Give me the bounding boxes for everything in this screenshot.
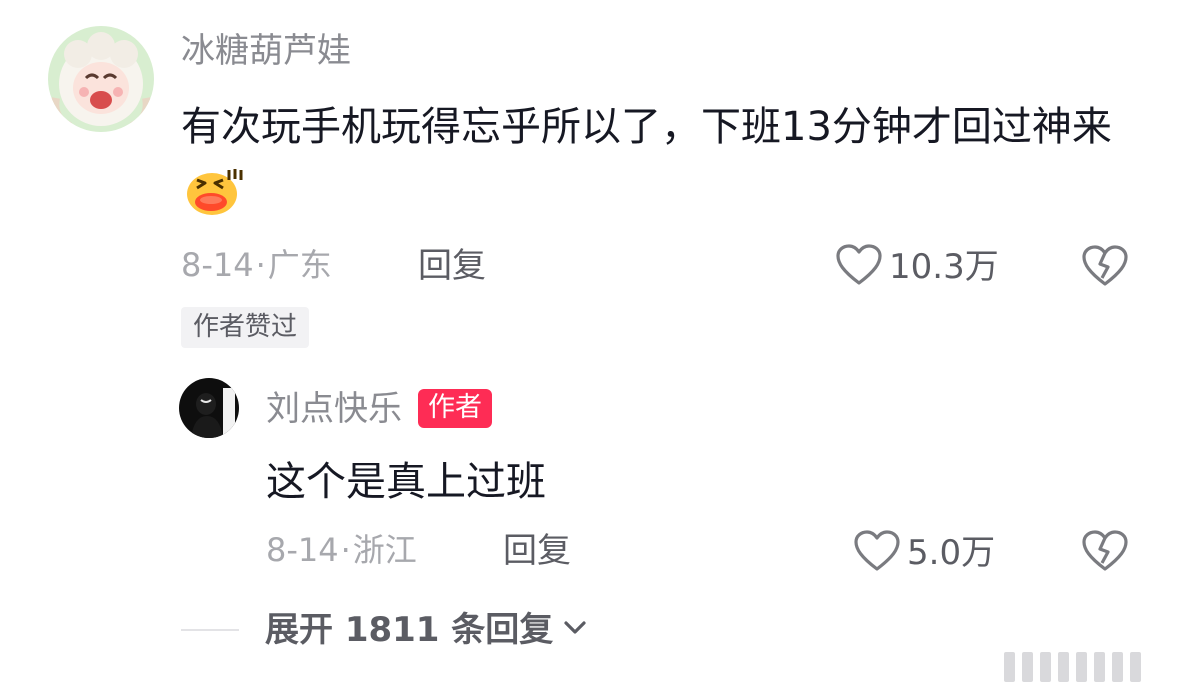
reply-reply-button[interactable]: 回复 [503, 534, 571, 568]
heart-icon [835, 243, 883, 291]
expand-divider-line [181, 629, 239, 631]
reply-dislike-button[interactable] [1081, 529, 1129, 577]
comment-reply-button[interactable]: 回复 [418, 249, 486, 283]
comment-like-count: 10.3万 [889, 247, 999, 287]
reply-text: 这个是真上过班 [266, 459, 546, 505]
expand-replies-label: 展开 1811 条回复 [265, 610, 554, 650]
chevron-down-icon [563, 620, 587, 640]
comment-meta: 8-14 · 广东 [181, 249, 332, 281]
comment-location: 广东 [267, 246, 332, 284]
reply-like-count: 5.0万 [907, 533, 996, 573]
heart-icon [853, 529, 901, 577]
meta-separator: · [340, 531, 351, 569]
meta-separator: · [255, 246, 266, 284]
reply-date: 8-14 [266, 531, 339, 569]
reply-header: 刘点快乐 作者 [266, 389, 492, 428]
reply-like-button[interactable]: 5.0万 [853, 529, 995, 577]
author-username[interactable]: 刘点快乐 [266, 392, 402, 426]
broken-heart-icon [1082, 530, 1128, 571]
reply-meta: 8-14 · 浙江 [266, 534, 417, 566]
expand-replies-button[interactable]: 展开 1811 条回复 [181, 613, 587, 647]
author-tag: 作者 [418, 389, 492, 428]
comment-text-body: 有次玩手机玩得忘乎所以了，下班13分钟才回过神来 [181, 104, 1112, 150]
comment-date: 8-14 [181, 246, 254, 284]
commenter-username[interactable]: 冰糖葫芦娃 [181, 34, 351, 68]
sheep-avatar-image [48, 26, 154, 132]
avatar-commenter[interactable] [48, 26, 154, 132]
author-avatar-image [179, 378, 239, 438]
reply-location: 浙江 [352, 531, 417, 569]
avatar-author[interactable] [179, 378, 239, 438]
comment-dislike-button[interactable] [1081, 244, 1129, 292]
comment-like-button[interactable]: 10.3万 [835, 243, 999, 291]
author-liked-badge: 作者赞过 [181, 307, 310, 348]
laughing-emoji-icon [185, 166, 243, 236]
broken-heart-icon [1082, 245, 1128, 286]
watermark-mark [1004, 652, 1141, 682]
comment-text: 有次玩手机玩得忘乎所以了，下班13分钟才回过神来 [181, 94, 1131, 236]
